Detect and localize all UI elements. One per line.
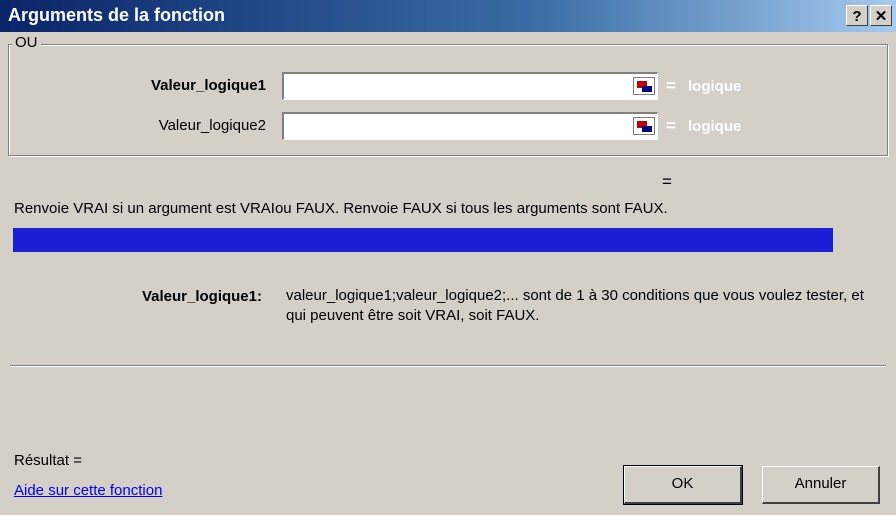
close-icon[interactable]: ✕ bbox=[870, 5, 892, 26]
arg2-equals: = bbox=[666, 116, 676, 135]
argument-help-text: valeur_logique1;valeur_logique2;... sont… bbox=[286, 287, 864, 324]
arg2-type: logique bbox=[688, 118, 742, 135]
arg1-equals: = bbox=[666, 76, 676, 95]
cancel-button[interactable]: Annuler bbox=[762, 466, 880, 504]
range-select-icon[interactable] bbox=[633, 117, 655, 135]
arg2-label: Valeur_logique2 bbox=[158, 117, 266, 134]
separator bbox=[10, 365, 886, 367]
window-title: Arguments de la fonction bbox=[8, 5, 226, 25]
result-label: Résultat = bbox=[14, 452, 82, 469]
range-select-icon[interactable] bbox=[633, 77, 655, 95]
arg2-input[interactable] bbox=[282, 112, 658, 140]
formula-result-equals: = bbox=[662, 172, 672, 191]
function-description: Renvoie VRAI si un argument est VRAIou F… bbox=[14, 200, 668, 217]
help-link[interactable]: Aide sur cette fonction bbox=[14, 482, 162, 499]
arg1-type: logique bbox=[688, 78, 742, 95]
title-bar: Arguments de la fonction ? ✕ bbox=[0, 0, 896, 32]
highlight-bar bbox=[13, 228, 833, 252]
help-icon[interactable]: ? bbox=[846, 5, 868, 26]
ok-button[interactable]: OK bbox=[623, 465, 743, 505]
function-name-label: OU bbox=[12, 34, 41, 51]
argument-help-title: Valeur_logique1: bbox=[141, 288, 262, 305]
arg1-label: Valeur_logique1 bbox=[150, 77, 266, 94]
arg1-input[interactable] bbox=[282, 72, 658, 100]
